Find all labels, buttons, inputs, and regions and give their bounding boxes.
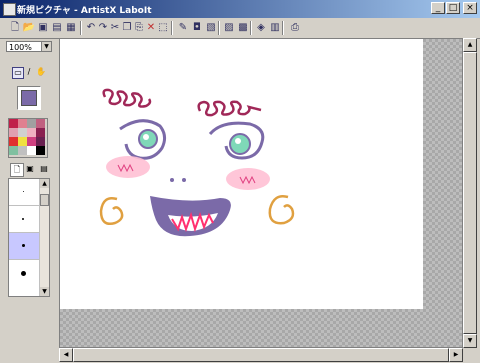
right-cheek [226,168,270,190]
zoom-select[interactable]: 100% ▼ [6,41,52,52]
canvas-area[interactable] [59,38,463,348]
tool-panel: 100% ▼ ▭ ∕ ✋ 🗋 ▣ ▤ ▲ ▼ [0,38,57,363]
print-icon[interactable]: ▦ [64,21,78,35]
scroll-thumb[interactable] [40,194,49,206]
left-ear-swirl [99,197,124,225]
palette-swatch[interactable] [36,128,45,137]
palette-swatch[interactable] [27,146,36,155]
brush-list-scrollbar[interactable]: ▲ ▼ [39,179,49,296]
right-ear-swirl [268,195,295,225]
palette-swatch[interactable] [36,137,45,146]
palette-swatch[interactable] [9,137,18,146]
hair-left [102,88,152,108]
face-drawing [99,88,295,237]
app-icon [3,3,16,16]
brush-tool-icon[interactable]: ∕ [24,67,34,77]
nose-right [182,178,186,182]
right-eye-pupil [229,133,251,155]
palette-swatch[interactable] [36,146,45,155]
left-cheek [106,156,150,178]
brush-size-item[interactable] [9,206,39,233]
brush-size-item[interactable] [9,260,39,286]
brush-tab-icon[interactable]: 🗋 [10,163,24,177]
maximize-button[interactable]: □ [446,2,460,14]
current-color-box[interactable] [17,86,41,110]
fill-icon[interactable]: ◘ [190,21,204,35]
brush-tabs: 🗋 ▣ ▤ [8,163,50,177]
horizontal-scrollbar[interactable]: ◀ ▶ [59,348,463,362]
brush-size-item[interactable] [9,179,39,206]
current-color-swatch [21,90,37,106]
toolbar-separator [250,21,252,35]
toolbar-separator [80,21,82,35]
brush-size-list: ▲ ▼ [8,178,50,297]
minimize-button[interactable]: _ [431,2,445,14]
layer-options-icon[interactable]: ▨ [222,21,236,35]
toolbar-separator [282,21,284,35]
palette-swatch[interactable] [18,128,27,137]
hand-tool-icon[interactable]: ✋ [36,67,46,77]
color-palette [8,118,48,158]
save-icon[interactable]: ▣ [36,21,50,35]
scroll-left-icon[interactable]: ◀ [59,348,73,362]
palette-swatch[interactable] [18,146,27,155]
toolbar-separator [218,21,220,35]
view-icon[interactable]: ◈ [254,21,268,35]
brush-size-item-selected[interactable] [9,233,39,260]
export-icon[interactable]: ⎙ [288,21,302,35]
palette-swatch[interactable] [27,137,36,146]
select-tool-icon[interactable]: ▭ [12,67,24,79]
palette-swatch[interactable] [27,128,36,137]
settings-tab-icon[interactable]: ▤ [38,163,50,175]
layer-icon[interactable]: ▧ [204,21,218,35]
scroll-down-icon[interactable]: ▼ [463,334,477,348]
title-bar: 新規ピクチャ - ArtistX LaboIt _ □ × [0,0,480,18]
select-all-icon[interactable]: ⬚ [156,21,170,35]
palette-swatch[interactable] [9,119,18,128]
drawing-paper[interactable] [60,39,423,309]
texture-tab-icon[interactable]: ▣ [24,163,36,175]
scroll-up-icon[interactable]: ▲ [40,179,49,188]
filter-icon[interactable]: ▩ [236,21,250,35]
window-icon[interactable]: ▥ [268,21,282,35]
horizontal-scroll-thumb[interactable] [73,348,449,362]
palette-swatch[interactable] [18,137,27,146]
scroll-right-icon[interactable]: ▶ [449,348,463,362]
palette-swatch[interactable] [9,146,18,155]
window-title: 新規ピクチャ - ArtistX LaboIt [17,6,152,16]
chevron-down-icon[interactable]: ▼ [41,42,51,51]
new-icon[interactable]: 🗋 [8,21,22,35]
scroll-down-icon[interactable]: ▼ [40,287,49,296]
vertical-scrollbar[interactable]: ▲ ▼ [463,38,477,348]
close-button[interactable]: × [463,2,477,14]
main-toolbar: 🗋 📂 ▣ ▤ ▦ ↶ ↷ ✂ ❐ ⎘ ✕ ⬚ ✎ ◘ ▧ ▨ ▩ ◈ ▥ ⎙ [0,18,480,39]
palette-swatch[interactable] [36,119,45,128]
nose-left [170,178,174,182]
hair-right [197,100,262,117]
size-grip[interactable] [463,348,477,362]
palette-swatch[interactable] [9,128,18,137]
open-icon[interactable]: 📂 [22,21,36,35]
palette-swatch[interactable] [18,119,27,128]
scroll-up-icon[interactable]: ▲ [463,38,477,52]
toolbar-separator [171,21,173,35]
palette-swatch[interactable] [27,119,36,128]
save-as-icon[interactable]: ▤ [50,21,64,35]
vertical-scroll-thumb[interactable] [463,52,477,334]
zoom-value: 100% [9,43,32,52]
pen-icon[interactable]: ✎ [176,21,190,35]
